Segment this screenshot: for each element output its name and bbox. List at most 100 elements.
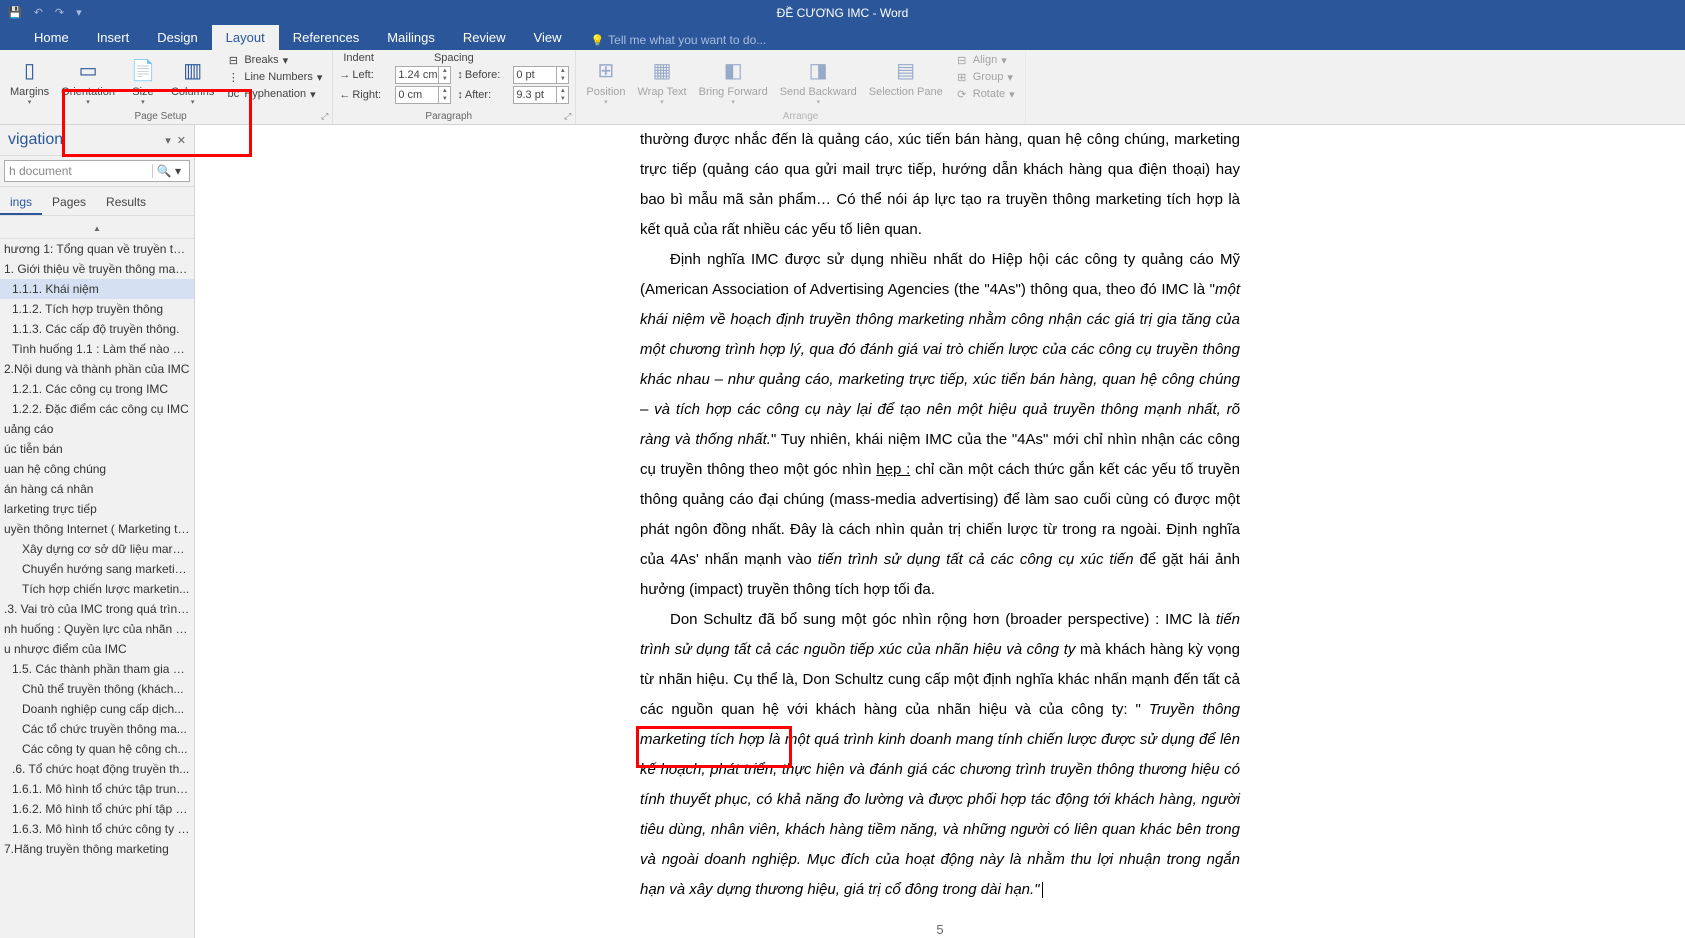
size-button[interactable]: 📄Size▾ (123, 52, 163, 108)
orientation-icon: ▭ (72, 54, 104, 86)
indent-left-label: → Left: (339, 69, 389, 81)
nav-heading-item[interactable]: Tích hợp chiến lược marketin... (0, 579, 194, 599)
nav-heading-item[interactable]: 1.2.2. Đặc điểm các công cụ IMC (0, 399, 194, 419)
nav-collapse-icon[interactable]: ▲ (93, 224, 101, 233)
redo-icon[interactable]: ↷ (55, 6, 64, 19)
nav-heading-item[interactable]: larketing trực tiếp (0, 499, 194, 519)
arrange-group-label: Arrange (576, 109, 1024, 124)
nav-tab-results[interactable]: Results (96, 191, 156, 215)
send-backward-button: ◨Send Backward▾ (776, 52, 861, 108)
page-setup-group-label: Page Setup⤢ (0, 109, 332, 124)
nav-heading-item[interactable]: án hàng cá nhân (0, 479, 194, 499)
tab-references[interactable]: References (279, 25, 373, 50)
position-button: ⊞Position▾ (582, 52, 629, 108)
nav-close-icon[interactable]: ✕ (177, 134, 186, 147)
nav-heading-item[interactable]: 1. Giới thiệu về truyền thông mark... (0, 259, 194, 279)
nav-heading-item[interactable]: Doanh nghiệp cung cấp dịch... (0, 699, 194, 719)
bring-forward-icon: ◧ (717, 54, 749, 86)
ribbon-tabs: Home Insert Design Layout References Mai… (0, 25, 1685, 50)
nav-heading-item[interactable]: 1.1.3. Các cấp độ truyền thông. (0, 319, 194, 339)
margins-icon: ▯ (14, 54, 46, 86)
nav-heading-item[interactable]: Xây dựng cơ sở dữ liệu marke... (0, 539, 194, 559)
tab-view[interactable]: View (520, 25, 576, 50)
nav-heading-item[interactable]: .3. Vai trò của IMC trong quá trình... (0, 599, 194, 619)
nav-heading-item[interactable]: 1.1.1. Khái niệm (0, 279, 194, 299)
breaks-button[interactable]: ⊟Breaks ▾ (222, 52, 326, 68)
page-setup-launcher-icon[interactable]: ⤢ (321, 111, 328, 122)
save-icon[interactable]: 💾 (8, 6, 22, 19)
align-button: ⊟Align ▾ (951, 52, 1019, 68)
indent-right-input[interactable]: 0 cm▲▼ (395, 86, 451, 104)
paragraph-group-label: Paragraph⤢ (333, 109, 575, 124)
navigation-tree[interactable]: hương 1: Tổng quan về truyền thô...1. Gi… (0, 239, 194, 938)
nav-heading-item[interactable]: 1.5. Các thành phần tham gia qu... (0, 659, 194, 679)
nav-heading-item[interactable]: 2.Nội dung và thành phần của IMC (0, 359, 194, 379)
spacing-after-label: ↕ After: (457, 89, 507, 101)
indent-right-label: ← Right: (339, 89, 389, 101)
nav-heading-item[interactable]: 1.2.1. Các công cụ trong IMC (0, 379, 194, 399)
selection-pane-icon: ▤ (890, 54, 922, 86)
tab-insert[interactable]: Insert (83, 25, 144, 50)
nav-heading-item[interactable]: uyền thông Internet ( Marketing tư... (0, 519, 194, 539)
orientation-button[interactable]: ▭Orientation▾ (57, 52, 119, 108)
navigation-pane: vigation ▾ ✕ h document 🔍 ▾ ings Pages R… (0, 125, 195, 938)
breaks-icon: ⊟ (226, 53, 240, 67)
nav-tab-headings[interactable]: ings (0, 191, 42, 215)
spacing-before-input[interactable]: 0 pt▲▼ (513, 66, 569, 84)
undo-icon[interactable]: ↶ (34, 6, 43, 19)
indent-left-input[interactable]: 1.24 cm▲▼ (395, 66, 451, 84)
nav-heading-item[interactable]: .6. Tổ chức hoạt động truyền th... (0, 759, 194, 779)
search-icon[interactable]: 🔍 ▾ (152, 164, 185, 178)
columns-icon: ▥ (177, 54, 209, 86)
window-title: ĐỀ CƯƠNG IMC - Word (777, 6, 909, 20)
paragraph: thường được nhắc đến là quảng cáo, xúc t… (640, 125, 1240, 245)
nav-heading-item[interactable]: Các tổ chức truyền thông ma... (0, 719, 194, 739)
ribbon: ▯Margins▾ ▭Orientation▾ 📄Size▾ ▥Columns▾… (0, 50, 1685, 125)
nav-heading-item[interactable]: úc tiễn bán (0, 439, 194, 459)
tab-home[interactable]: Home (20, 25, 83, 50)
bring-forward-button: ◧Bring Forward▾ (695, 52, 772, 108)
group-button: ⊞Group ▾ (951, 69, 1019, 85)
paragraph-launcher-icon[interactable]: ⤢ (564, 111, 571, 122)
columns-button[interactable]: ▥Columns▾ (167, 52, 218, 108)
margins-button[interactable]: ▯Margins▾ (6, 52, 53, 108)
tab-mailings[interactable]: Mailings (373, 25, 449, 50)
wrap-text-button: ▦Wrap Text▾ (634, 52, 691, 108)
nav-heading-item[interactable]: uảng cáo (0, 419, 194, 439)
nav-heading-item[interactable]: nh huống : Quyền lực của nhãn hi... (0, 619, 194, 639)
nav-heading-item[interactable]: 1.1.2. Tích hợp truyền thông (0, 299, 194, 319)
nav-heading-item[interactable]: Các công ty quan hệ công ch... (0, 739, 194, 759)
nav-heading-item[interactable]: 7.Hãng truyền thông marketing (0, 839, 194, 859)
selection-pane-button[interactable]: ▤Selection Pane (865, 52, 947, 100)
navigation-search-input[interactable]: h document 🔍 ▾ (4, 160, 190, 182)
nav-heading-item[interactable]: hương 1: Tổng quan về truyền thô... (0, 239, 194, 259)
text-cursor (1042, 882, 1043, 898)
hyphenation-button[interactable]: bcHyphenation ▾ (222, 86, 326, 102)
nav-heading-item[interactable]: Tình huống 1.1 : Làm thế nào đề... (0, 339, 194, 359)
nav-heading-item[interactable]: 1.6.1. Mô hình tổ chức tập trung... (0, 779, 194, 799)
tell-me-search[interactable]: Tell me what you want to do... (590, 33, 766, 50)
nav-heading-item[interactable]: 1.6.2. Mô hình tổ chức phí tập tru... (0, 799, 194, 819)
nav-heading-item[interactable]: uan hệ công chúng (0, 459, 194, 479)
wrap-text-icon: ▦ (646, 54, 678, 86)
nav-heading-item[interactable]: u nhược điểm của IMC (0, 639, 194, 659)
group-icon: ⊞ (955, 70, 969, 84)
rotate-button: ⟳Rotate ▾ (951, 86, 1019, 102)
spacing-after-input[interactable]: 9.3 pt▲▼ (513, 86, 569, 104)
align-icon: ⊟ (955, 53, 969, 67)
page-number: 5 (640, 917, 1240, 938)
tab-design[interactable]: Design (143, 25, 211, 50)
document-page: thường được nhắc đến là quảng cáo, xúc t… (550, 125, 1330, 938)
nav-tab-pages[interactable]: Pages (42, 191, 96, 215)
tab-layout[interactable]: Layout (212, 25, 279, 50)
nav-heading-item[interactable]: Chủ thể truyền thông (khách... (0, 679, 194, 699)
nav-heading-item[interactable]: Chuyển hướng sang marketin... (0, 559, 194, 579)
line-numbers-button[interactable]: ⋮Line Numbers ▾ (222, 69, 326, 85)
nav-heading-item[interactable]: 1.6.3. Mô hình tổ chức công ty r... (0, 819, 194, 839)
tab-review[interactable]: Review (449, 25, 520, 50)
nav-dropdown-icon[interactable]: ▾ (165, 134, 171, 147)
qat-customize-icon[interactable]: ▾ (76, 6, 82, 19)
document-viewport[interactable]: thường được nhắc đến là quảng cáo, xúc t… (195, 125, 1685, 938)
rotate-icon: ⟳ (955, 87, 969, 101)
line-numbers-icon: ⋮ (226, 70, 240, 84)
